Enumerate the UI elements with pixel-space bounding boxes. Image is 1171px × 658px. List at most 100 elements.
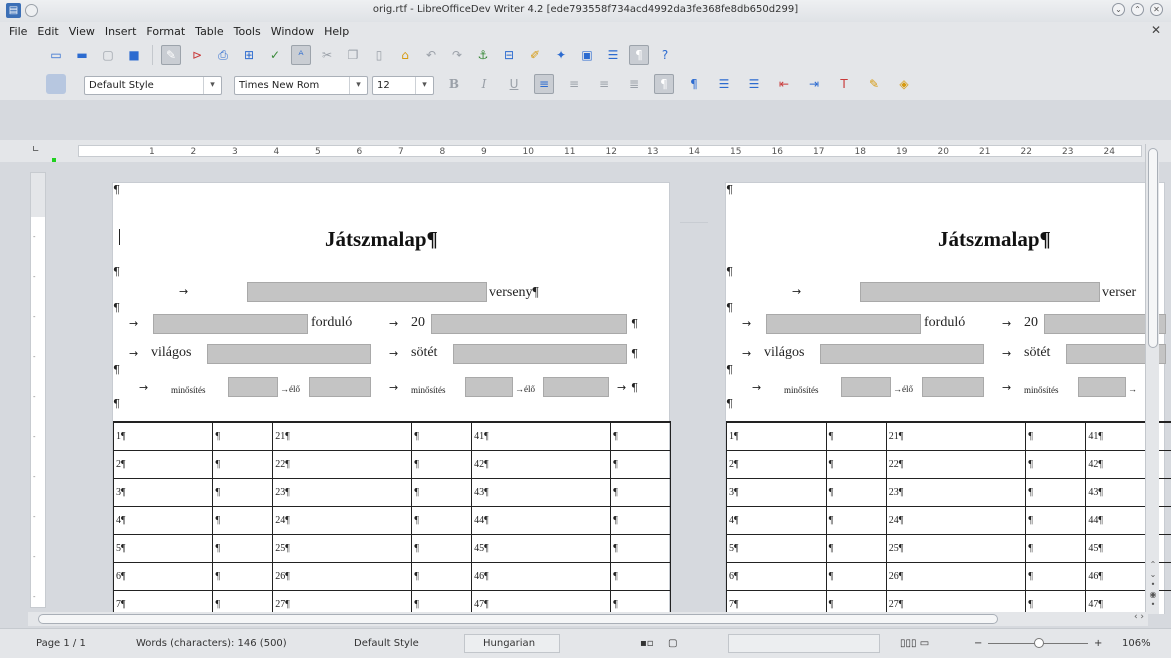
table-cell[interactable]: 22¶ — [272, 449, 413, 479]
table-cell[interactable]: ¶ — [411, 505, 473, 535]
gallery-icon[interactable]: ▣ — [577, 45, 597, 65]
styles-formatting-icon[interactable] — [46, 74, 66, 94]
horizontal-ruler[interactable]: ∟ 1 2 3 4 5 6 7 8 9 10 11 12 13 14 15 16 17 18 19 20 21 22 23 2… — [0, 140, 1171, 162]
document-area[interactable]: - - - - - - - - - - ¶ Játszmalap¶ ¶ → verseny¶ ¶ … — [0, 162, 1171, 614]
horizontal-scrollbar[interactable]: ‹ › — [28, 612, 1148, 626]
table-cell[interactable]: 22¶ — [885, 449, 1027, 479]
verseny-field[interactable] — [860, 282, 1100, 302]
table-cell[interactable]: 1¶ — [726, 421, 827, 451]
sotet-field[interactable] — [453, 344, 627, 364]
menu-table[interactable]: Table — [190, 25, 228, 38]
page-style[interactable]: Default Style — [354, 638, 419, 649]
table-cell[interactable]: ¶ — [825, 561, 887, 591]
close-document-icon[interactable]: ✕ — [1151, 23, 1161, 37]
table-cell[interactable]: 45¶ — [471, 533, 612, 563]
menu-help[interactable]: Help — [319, 25, 354, 38]
undo-icon[interactable]: ↶ — [421, 45, 441, 65]
table-cell[interactable]: ¶ — [212, 477, 274, 507]
data-sources-icon[interactable]: ☰ — [603, 45, 623, 65]
justify-icon[interactable]: ≣ — [624, 74, 644, 94]
bullets-icon[interactable]: ☰ — [714, 74, 734, 94]
table-cell[interactable]: ¶ — [212, 589, 274, 614]
minimize-button[interactable]: ⌄ — [1112, 3, 1125, 16]
page-2[interactable]: ¶ Játszmalap¶ ¶ → verser ¶ → forduló → 2… — [725, 182, 1171, 614]
page-nav-buttons[interactable]: ⌃ ⌄ • ◉ • — [1147, 560, 1159, 610]
table-cell[interactable]: 27¶ — [885, 589, 1027, 614]
table-cell[interactable]: ¶ — [1025, 505, 1087, 535]
align-center-icon[interactable]: ≡ — [564, 74, 584, 94]
view-layout-icon[interactable]: ▯▯▯ ▭ — [900, 638, 929, 649]
minosites-black-field[interactable] — [1078, 377, 1126, 397]
table-cell[interactable]: 43¶ — [471, 477, 612, 507]
table-cell[interactable]: 26¶ — [885, 561, 1027, 591]
table-cell[interactable]: ¶ — [411, 561, 473, 591]
menu-insert[interactable]: Insert — [100, 25, 142, 38]
menu-format[interactable]: Format — [141, 25, 190, 38]
table-cell[interactable]: 47¶ — [471, 589, 612, 614]
insert-mode-icon[interactable]: ▪▫ — [640, 638, 654, 649]
vertical-scrollbar[interactable]: ⌃ ⌄ • ◉ • — [1145, 144, 1159, 614]
maximize-button[interactable]: ⌃ — [1131, 3, 1144, 16]
table-cell[interactable]: 3¶ — [726, 477, 827, 507]
table-cell[interactable]: ¶ — [1025, 533, 1087, 563]
table-cell[interactable]: ¶ — [1025, 449, 1087, 479]
new-document-icon[interactable]: ▭ — [46, 45, 66, 65]
ltr-icon[interactable]: ¶ — [654, 74, 674, 94]
autospellcheck-icon[interactable]: ᴬ — [291, 45, 311, 65]
font-color-icon[interactable]: T — [834, 74, 854, 94]
menu-file[interactable]: File — [4, 25, 32, 38]
table-cell[interactable]: 21¶ — [272, 421, 413, 451]
menu-edit[interactable]: Edit — [32, 25, 63, 38]
year-field[interactable] — [431, 314, 627, 334]
clone-formatting-icon[interactable]: ⌂ — [395, 45, 415, 65]
table-cell[interactable]: 44¶ — [471, 505, 612, 535]
table-cell[interactable]: ¶ — [212, 561, 274, 591]
selection-mode-icon[interactable]: ▢ — [668, 638, 677, 649]
table-cell[interactable]: 42¶ — [471, 449, 612, 479]
table-cell[interactable]: ¶ — [610, 449, 671, 479]
fordulo-field[interactable] — [766, 314, 921, 334]
table-cell[interactable]: 23¶ — [885, 477, 1027, 507]
bold-icon[interactable]: B — [444, 74, 464, 94]
table-cell[interactable]: ¶ — [411, 421, 473, 451]
table-cell[interactable]: 4¶ — [726, 505, 827, 535]
background-color-icon[interactable]: ◈ — [894, 74, 914, 94]
chevron-down-icon[interactable]: ▾ — [203, 77, 221, 94]
spellcheck-icon[interactable]: ✓ — [265, 45, 285, 65]
table-cell[interactable]: ¶ — [212, 533, 274, 563]
table-cell[interactable]: 25¶ — [885, 533, 1027, 563]
table-cell[interactable]: ¶ — [825, 533, 887, 563]
hyperlink-icon[interactable]: ⚓ — [473, 45, 493, 65]
table-cell[interactable]: 6¶ — [112, 561, 214, 591]
font-name-combo[interactable]: Times New Rom ▾ — [234, 76, 368, 95]
redo-icon[interactable]: ↷ — [447, 45, 467, 65]
table-cell[interactable]: ¶ — [411, 477, 473, 507]
table-cell[interactable]: ¶ — [610, 477, 671, 507]
menu-window[interactable]: Window — [266, 25, 319, 38]
vertical-ruler[interactable]: - - - - - - - - - - — [30, 172, 46, 608]
table-cell[interactable]: 2¶ — [726, 449, 827, 479]
table-cell[interactable]: 5¶ — [112, 533, 214, 563]
table-cell[interactable]: 41¶ — [471, 421, 612, 451]
vilagos-field[interactable] — [820, 344, 984, 364]
table-cell[interactable]: ¶ — [212, 505, 274, 535]
align-left-icon[interactable]: ≡ — [534, 74, 554, 94]
table-cell[interactable]: 7¶ — [726, 589, 827, 614]
table-cell[interactable]: 26¶ — [272, 561, 413, 591]
table-cell[interactable]: ¶ — [411, 589, 473, 614]
table-cell[interactable]: 46¶ — [471, 561, 612, 591]
elo-white-field[interactable] — [309, 377, 371, 397]
table-cell[interactable]: 25¶ — [272, 533, 413, 563]
table-cell[interactable]: ¶ — [610, 533, 671, 563]
table-cell[interactable]: 24¶ — [272, 505, 413, 535]
menu-view[interactable]: View — [64, 25, 100, 38]
help-icon[interactable]: ? — [655, 45, 675, 65]
page-1[interactable]: ¶ Játszmalap¶ ¶ → verseny¶ ¶ → forduló →… — [112, 182, 671, 614]
elo-white-field[interactable] — [922, 377, 984, 397]
table-cell[interactable]: ¶ — [1025, 477, 1087, 507]
italic-icon[interactable]: I — [474, 74, 494, 94]
table-cell[interactable]: ¶ — [411, 449, 473, 479]
table-cell[interactable]: 2¶ — [112, 449, 214, 479]
font-size-combo[interactable]: 12 ▾ — [372, 76, 434, 95]
increase-indent-icon[interactable]: ⇥ — [804, 74, 824, 94]
